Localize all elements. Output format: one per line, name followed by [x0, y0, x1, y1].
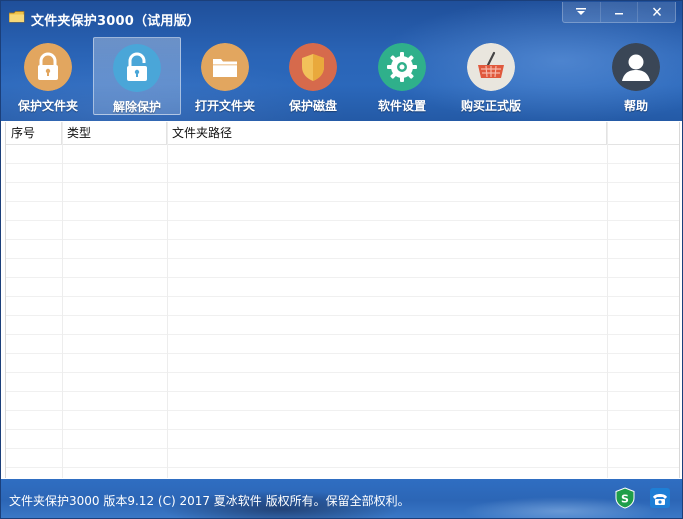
table-row: [6, 373, 679, 392]
table-row: [6, 259, 679, 278]
column-divider: [607, 122, 608, 478]
help-button[interactable]: 帮助: [592, 37, 680, 115]
lock-closed-icon: [24, 43, 72, 91]
protect-folder-label: 保护文件夹: [17, 99, 78, 113]
table-row: [6, 430, 679, 449]
gear-icon: [378, 43, 426, 91]
table-header: 序号 类型 文件夹路径: [6, 122, 679, 145]
minimize-button[interactable]: [599, 2, 638, 22]
protect-disk-label: 保护磁盘: [288, 99, 337, 113]
table-row: [6, 354, 679, 373]
phone-icon[interactable]: [649, 487, 671, 509]
status-bar: 文件夹保护3000 版本9.12 (C) 2017 夏冰软件 版权所有。保留全部…: [1, 479, 682, 518]
column-header-extra: [607, 122, 679, 144]
table-row: [6, 202, 679, 221]
table-row: [6, 335, 679, 354]
minimize-icon: [615, 13, 623, 15]
table-row: [6, 221, 679, 240]
folder-app-icon: [9, 11, 25, 23]
settings-label: 软件设置: [377, 99, 426, 113]
table-row: [6, 240, 679, 259]
open-folder-label: 打开文件夹: [194, 99, 255, 113]
table-row: [6, 449, 679, 468]
security-s-icon[interactable]: S: [614, 487, 636, 509]
column-header-path[interactable]: 文件夹路径: [167, 122, 607, 144]
column-header-index[interactable]: 序号: [6, 122, 62, 144]
protect-disk-button[interactable]: 保护磁盘: [269, 37, 357, 115]
svg-text:S: S: [621, 493, 629, 506]
close-icon: [652, 7, 661, 16]
table-row: [6, 316, 679, 335]
buy-label: 购买正式版: [460, 99, 521, 113]
open-folder-button[interactable]: 打开文件夹: [181, 37, 269, 115]
window-controls: [562, 2, 676, 23]
close-button[interactable]: [637, 2, 675, 22]
table-row: [6, 392, 679, 411]
app-window: 文件夹保护3000（试用版） 保护文件夹 解除保护 打开文件夹 保护磁盘 软件设…: [0, 0, 683, 519]
unprotect-label: 解除保护: [112, 100, 161, 114]
lock-open-icon: [113, 44, 161, 92]
protect-folder-button[interactable]: 保护文件夹: [4, 37, 92, 115]
buy-button[interactable]: 购买正式版: [447, 37, 535, 115]
table-row: [6, 411, 679, 430]
shield-icon: [289, 43, 337, 91]
settings-button[interactable]: 软件设置: [358, 37, 446, 115]
unprotect-button[interactable]: 解除保护: [93, 37, 181, 115]
table-body: [6, 145, 679, 478]
column-header-type[interactable]: 类型: [62, 122, 167, 144]
folder-icon: [201, 43, 249, 91]
header: 文件夹保护3000（试用版） 保护文件夹 解除保护 打开文件夹 保护磁盘 软件设…: [1, 1, 682, 121]
title-bar[interactable]: 文件夹保护3000（试用版）: [1, 1, 682, 35]
column-divider: [62, 122, 63, 478]
copyright-text: 文件夹保护3000 版本9.12 (C) 2017 夏冰软件 版权所有。保留全部…: [9, 494, 410, 508]
user-help-icon: [612, 43, 660, 91]
protected-folders-table[interactable]: 序号 类型 文件夹路径: [5, 122, 680, 478]
table-row: [6, 145, 679, 164]
app-title: 文件夹保护3000（试用版）: [31, 14, 200, 29]
column-divider: [167, 122, 168, 478]
table-row: [6, 164, 679, 183]
help-label: 帮助: [623, 99, 648, 113]
table-row: [6, 278, 679, 297]
table-row: [6, 183, 679, 202]
menu-arrow-icon: [576, 8, 587, 15]
menu-dropdown-button[interactable]: [563, 2, 600, 22]
basket-icon: [467, 43, 515, 91]
table-row: [6, 297, 679, 316]
